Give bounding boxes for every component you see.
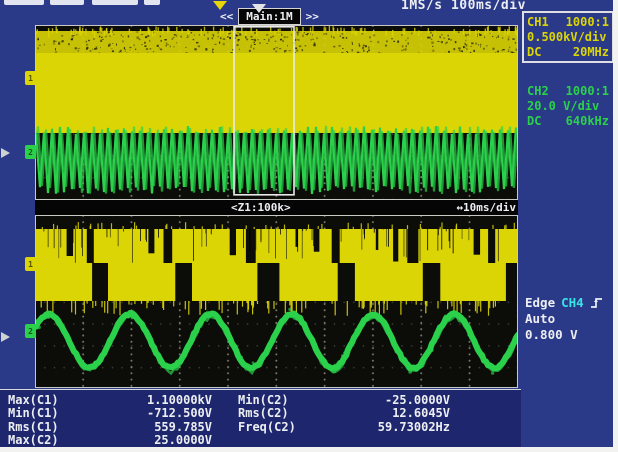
zoom-position-marker-icon — [252, 4, 266, 13]
measurement-column-2: Min(C2) -25.0000V Rms(C2) 12.6045V Freq(… — [238, 393, 450, 433]
zoom-info-strip: <Z1:100k> ↔10ms/div — [35, 200, 518, 215]
ch1-zoom-position-marker: 1 — [25, 257, 36, 271]
rising-edge-icon — [590, 296, 603, 310]
right-chevrons: >> — [306, 10, 319, 23]
measurement-label: Min(C1) — [8, 406, 98, 419]
main-record-box: Main:1M — [238, 8, 300, 25]
measurement-value: 12.6045V — [334, 406, 450, 419]
truncated-status-text — [92, 0, 138, 5]
truncated-status-text — [50, 0, 84, 5]
measurement-value: 559.785V — [98, 420, 212, 433]
zoom-window-waveforms — [36, 216, 518, 388]
ch2-bandwidth: 640kHz — [566, 113, 609, 129]
trigger-level-marker-icon — [1, 148, 10, 158]
ch1-bandwidth: 20MHz — [573, 44, 609, 60]
measurement-label: Max(C2) — [8, 433, 98, 446]
trigger-type: Edge — [525, 295, 555, 311]
measurement-value: 25.0000V — [98, 433, 212, 446]
measurement-value: -25.0000V — [334, 393, 450, 406]
ch1-scale: 0.500kV/div — [527, 30, 609, 44]
ch2-probe-ratio: 1000:1 — [566, 83, 609, 99]
measurement-label: Freq(C2) — [238, 420, 334, 433]
measurement-value: 1.10000kV — [98, 393, 212, 406]
main-window-waveforms — [36, 26, 518, 200]
ch2-info-box: CH2 1000:1 20.0 V/div DC 640kHz — [524, 82, 612, 130]
measurement-label: Max(C1) — [8, 393, 98, 406]
photo-frame: 1MS/s 100ms/div << Main:1M >> <Z1:100k> … — [0, 0, 618, 452]
left-chevrons: << — [220, 10, 233, 23]
trigger-mode: Auto — [525, 311, 611, 327]
ch1-label: CH1 — [527, 14, 549, 30]
ch1-info-box: CH1 1000:1 0.500kV/div DC 20MHz — [522, 11, 613, 63]
ch2-label: CH2 — [527, 83, 549, 99]
trigger-level: 0.800 V — [525, 327, 611, 343]
measurement-label: Min(C2) — [238, 393, 334, 406]
truncated-status-text — [144, 0, 160, 5]
zoom-waveform-window — [35, 215, 518, 388]
main-record-label: << Main:1M >> — [220, 8, 319, 25]
oscilloscope-screen: 1MS/s 100ms/div << Main:1M >> <Z1:100k> … — [0, 0, 613, 447]
zoom-timebase-label: ↔10ms/div — [456, 201, 516, 214]
measurement-label: Rms(C1) — [8, 420, 98, 433]
trigger-info-box: Edge CH4 Auto 0.800 V — [522, 294, 613, 344]
truncated-status-text — [4, 0, 44, 5]
ch2-scale: 20.0 V/div — [527, 99, 609, 113]
ch2-coupling: DC — [527, 113, 541, 129]
measurement-value: -712.500V — [98, 406, 212, 419]
trigger-level-marker-icon — [1, 332, 10, 342]
ch1-position-marker: 1 — [25, 71, 36, 85]
measurement-column-1: Max(C1) 1.10000kV Min(C1) -712.500V Rms(… — [8, 393, 212, 447]
measurement-value: 59.73002Hz — [334, 420, 450, 433]
measurement-bar: Max(C1) 1.10000kV Min(C1) -712.500V Rms(… — [0, 389, 521, 447]
ch1-probe-ratio: 1000:1 — [566, 14, 609, 30]
ch2-zoom-position-marker: 2 — [25, 324, 36, 338]
main-waveform-window — [35, 25, 518, 200]
measurement-label: Rms(C2) — [238, 406, 334, 419]
ch1-coupling: DC — [527, 44, 541, 60]
sample-rate-timebase: 1MS/s 100ms/div — [401, 0, 526, 13]
zoom-record-label: <Z1:100k> — [231, 201, 291, 214]
ch2-position-marker: 2 — [25, 145, 36, 159]
trigger-source: CH4 — [561, 295, 584, 311]
